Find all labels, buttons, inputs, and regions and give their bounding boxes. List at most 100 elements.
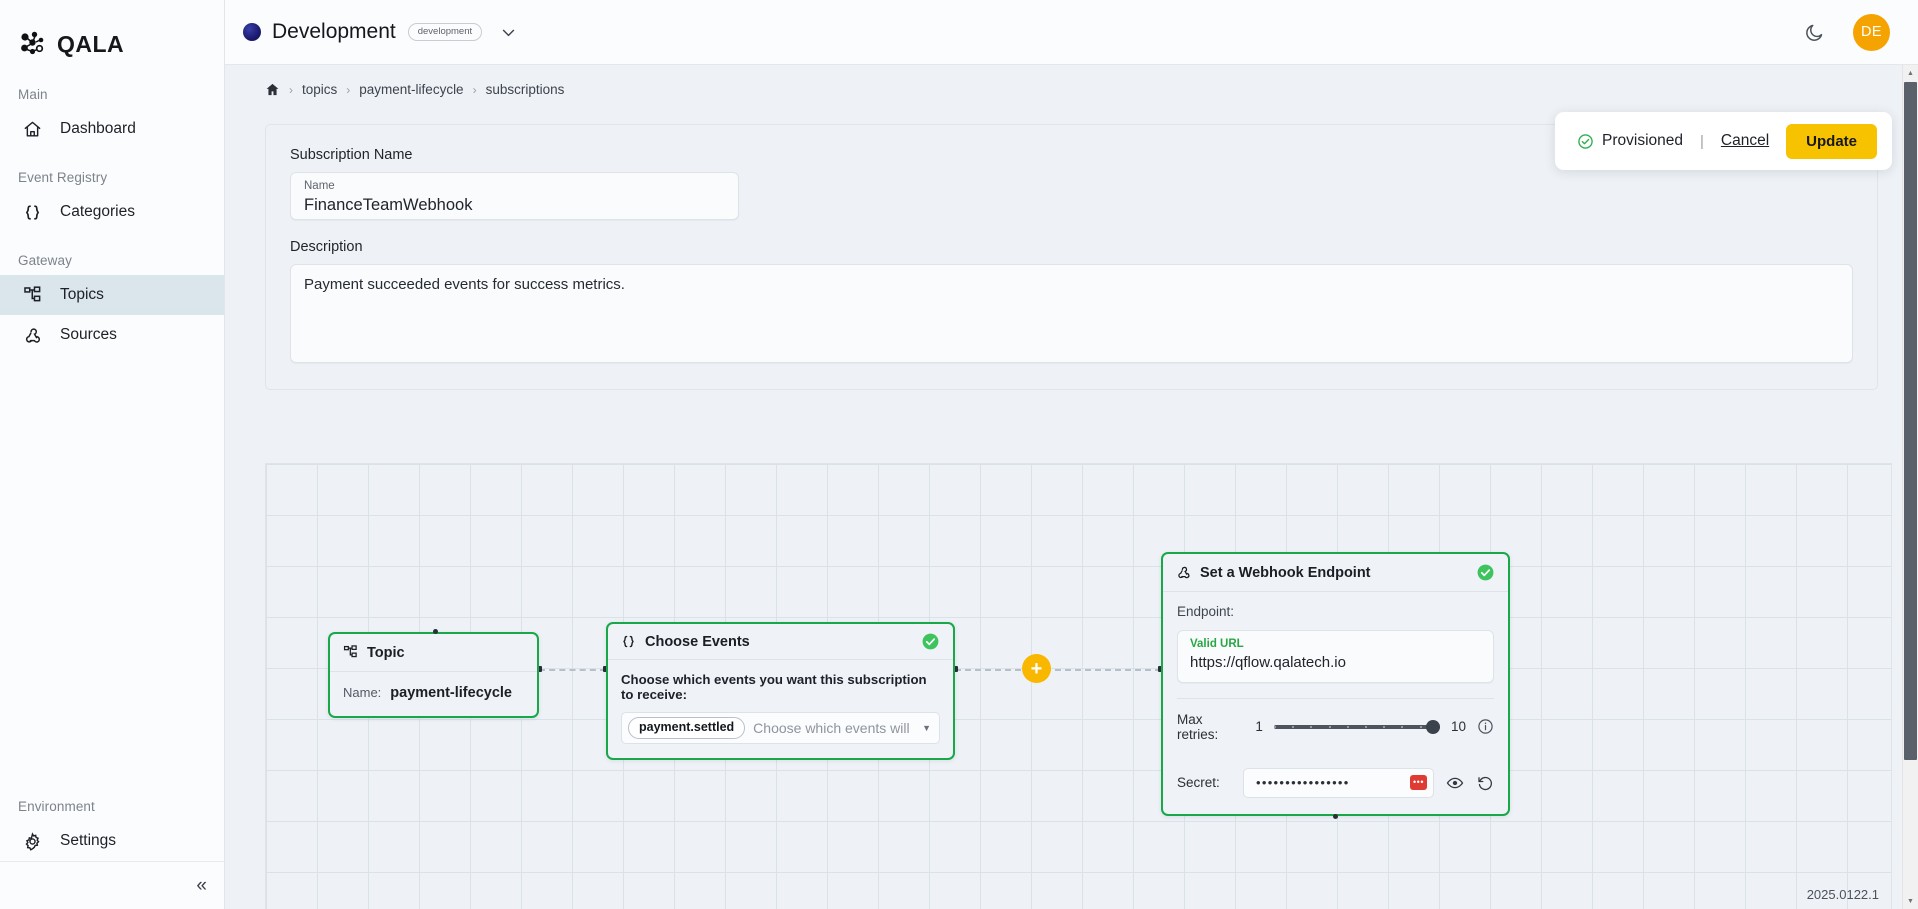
- max-retries-label: Max retries:: [1177, 711, 1219, 742]
- name-field[interactable]: Name FinanceTeamWebhook: [290, 172, 739, 220]
- scroll-down-arrow-icon[interactable]: ▼: [1903, 893, 1918, 909]
- node-handle-bottom[interactable]: [1333, 813, 1338, 819]
- scroll-up-arrow-icon[interactable]: ▲: [1903, 65, 1918, 81]
- node-events-body: Choose which events you want this subscr…: [608, 660, 953, 758]
- regenerate-secret-icon[interactable]: [1476, 774, 1494, 792]
- status-label: Provisioned: [1602, 132, 1683, 149]
- max-retries-row: Max retries: 1 10: [1177, 712, 1494, 742]
- environment-badge: development: [407, 22, 483, 42]
- gear-icon: [22, 831, 43, 852]
- node-choose-events[interactable]: Choose Events Choose which events you wa…: [606, 622, 955, 760]
- qala-logo-icon: [18, 29, 48, 59]
- divider: [1177, 697, 1494, 699]
- sidebar-caption-main: Main: [18, 87, 48, 102]
- description-label: Description: [290, 239, 363, 255]
- endpoint-url-field[interactable]: Valid URL https://qflow.qalatech.io: [1177, 630, 1494, 683]
- retries-min-value: 1: [1255, 719, 1263, 735]
- node-topic-title: Topic: [367, 644, 405, 661]
- event-chip[interactable]: payment.settled: [628, 717, 746, 739]
- node-webhook-endpoint[interactable]: Set a Webhook Endpoint Endpoint: Valid U…: [1161, 552, 1510, 819]
- topic-name-key: Name:: [343, 685, 382, 700]
- node-webhook-title: Set a Webhook Endpoint: [1200, 564, 1371, 581]
- sidebar-item-sources[interactable]: Sources: [0, 315, 224, 355]
- collapse-sidebar-button[interactable]: «: [196, 876, 206, 895]
- node-topic[interactable]: Topic Name: payment-lifecycle: [328, 629, 539, 718]
- sidebar: QALA Main Dashboard Event Registry Categ…: [0, 0, 225, 909]
- node-webhook-body: Endpoint: Valid URL https://qflow.qalate…: [1163, 592, 1508, 814]
- avatar[interactable]: DE: [1853, 13, 1890, 51]
- events-multiselect[interactable]: payment.settled Choose which events will…: [621, 712, 940, 744]
- node-events-header: Choose Events: [608, 624, 953, 660]
- sidebar-caption-gateway: Gateway: [18, 253, 72, 268]
- max-retries-slider[interactable]: [1273, 719, 1440, 734]
- update-button[interactable]: Update: [1786, 123, 1877, 159]
- environment-dot-icon: [243, 23, 261, 41]
- events-hint: Choose which events you want this subscr…: [621, 672, 927, 702]
- flow-canvas[interactable]: + Topic Name: payment-lifecycle Choose E…: [265, 463, 1892, 909]
- main-area: Development development DE › topics › pa…: [225, 0, 1918, 909]
- content-area: › topics › payment-lifecycle › subscript…: [225, 65, 1918, 909]
- cancel-button[interactable]: Cancel: [1721, 132, 1769, 150]
- breadcrumb-item-subscriptions[interactable]: subscriptions: [486, 82, 565, 97]
- topics-icon: [343, 645, 358, 660]
- chevron-down-icon[interactable]: [500, 24, 517, 41]
- check-icon: [921, 632, 940, 651]
- scrollbar-track[interactable]: [1903, 761, 1918, 893]
- slider-thumb[interactable]: [1425, 719, 1440, 734]
- secret-row: Secret: •••••••••••••••• •••: [1177, 767, 1494, 798]
- moon-icon[interactable]: [1804, 22, 1825, 43]
- sidebar-section-event-registry: Event Registry Categories: [0, 161, 224, 232]
- webhook-icon: [1176, 565, 1191, 580]
- slider-ticks: [1273, 725, 1440, 728]
- home-icon[interactable]: [265, 82, 280, 97]
- scrollbar-thumb[interactable]: [1904, 82, 1917, 760]
- check-circle-icon: [1577, 133, 1594, 150]
- connector-topic-to-events: [539, 669, 606, 671]
- sidebar-item-topics[interactable]: Topics: [0, 275, 224, 315]
- topics-icon: [22, 285, 43, 306]
- brand-name: QALA: [57, 30, 125, 57]
- action-divider: |: [1700, 132, 1704, 150]
- chevron-down-icon[interactable]: ▼: [922, 723, 931, 733]
- node-handle-top[interactable]: [433, 629, 438, 634]
- breadcrumb-separator: ›: [472, 82, 477, 97]
- sidebar-item-dashboard[interactable]: Dashboard: [0, 109, 224, 149]
- breadcrumb-item-topics[interactable]: topics: [302, 82, 337, 97]
- sidebar-item-label: Settings: [60, 832, 117, 849]
- breadcrumb-separator: ›: [346, 82, 351, 97]
- info-icon[interactable]: [1477, 718, 1494, 735]
- sidebar-item-label: Categories: [60, 203, 135, 220]
- sidebar-item-label: Sources: [60, 326, 117, 343]
- action-bar: Provisioned | Cancel Update: [1555, 112, 1892, 170]
- name-field-value: FinanceTeamWebhook: [304, 195, 473, 214]
- topbar: Development development DE: [225, 0, 1918, 65]
- brand-logo[interactable]: QALA: [0, 0, 224, 66]
- sidebar-item-categories[interactable]: Categories: [0, 192, 224, 232]
- connector-events-to-webhook: [955, 669, 1161, 671]
- sidebar-item-settings[interactable]: Settings: [0, 821, 224, 861]
- topic-name-value: payment-lifecycle: [390, 685, 512, 701]
- add-node-button[interactable]: +: [1022, 654, 1051, 683]
- sidebar-caption-environment: Environment: [18, 799, 95, 814]
- secret-field[interactable]: •••••••••••••••• •••: [1243, 767, 1434, 798]
- sidebar-section-environment: Environment Settings: [0, 790, 224, 861]
- events-placeholder: Choose which events will be publis...: [753, 720, 914, 736]
- breadcrumb-item-payment-lifecycle[interactable]: payment-lifecycle: [359, 82, 463, 97]
- node-topic-header: Topic: [330, 634, 537, 672]
- sidebar-item-label: Dashboard: [60, 120, 136, 137]
- url-validation-label: Valid URL: [1190, 638, 1244, 650]
- copy-secret-icon[interactable]: •••: [1410, 775, 1427, 791]
- toggle-secret-visibility-icon[interactable]: [1446, 774, 1464, 792]
- topbar-right: DE: [1804, 13, 1890, 51]
- description-field[interactable]: Payment succeeded events for success met…: [290, 264, 1853, 363]
- node-events-title: Choose Events: [645, 633, 750, 650]
- breadcrumb-separator: ›: [289, 82, 293, 97]
- node-webhook-header: Set a Webhook Endpoint: [1163, 554, 1508, 592]
- sidebar-footer: «: [0, 861, 224, 909]
- secret-masked-value: ••••••••••••••••: [1256, 775, 1350, 791]
- name-field-label: Name: [304, 180, 335, 192]
- sidebar-caption-event-registry: Event Registry: [18, 170, 108, 185]
- vertical-scrollbar[interactable]: ▲ ▼: [1902, 65, 1918, 909]
- sidebar-section-main: Main Dashboard: [0, 78, 224, 149]
